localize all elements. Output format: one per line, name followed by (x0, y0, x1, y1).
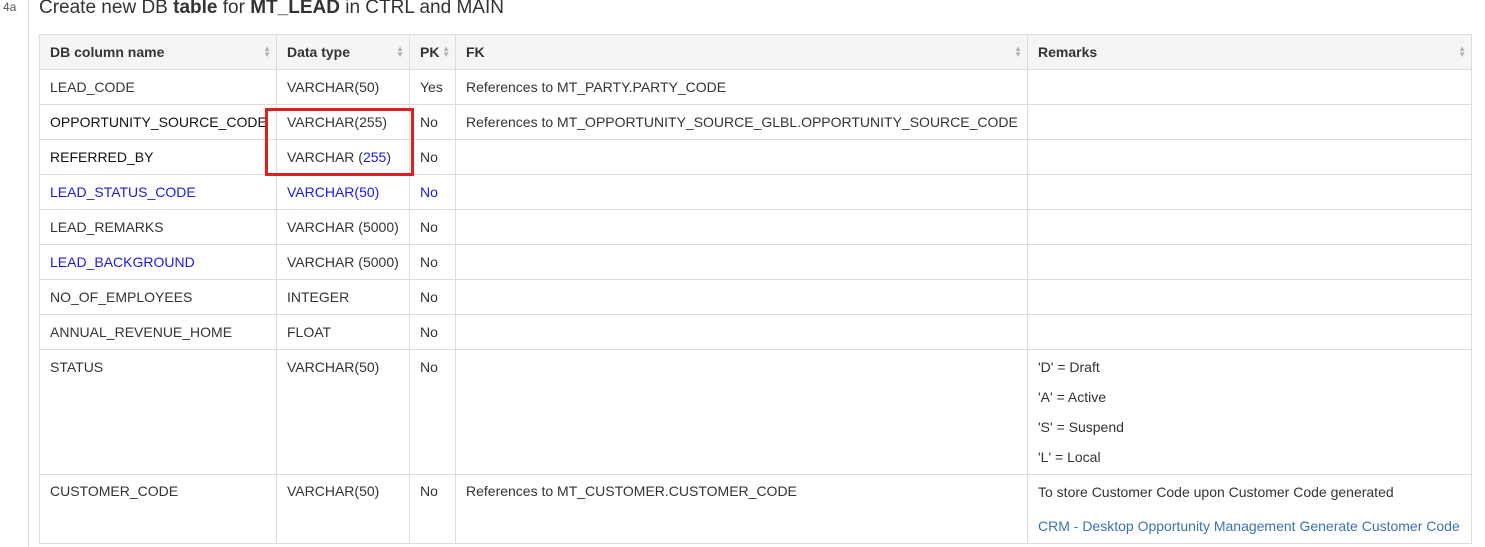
table-header-row: DB column name ▲ ▼ Data type ▲ ▼ PK ▲ ▼ FK ▲ ▼ R… (39, 34, 1472, 70)
cell-column-name: LEAD_BACKGROUND (39, 244, 277, 280)
remark-text: To store Customer Code upon Customer Cod… (1038, 484, 1394, 500)
sort-icon[interactable]: ▲ ▼ (1014, 45, 1022, 59)
cell-remarks (1027, 139, 1472, 175)
cell-pk: No (409, 349, 456, 475)
table-row: LEAD_BACKGROUND VARCHAR (5000) No (39, 244, 1472, 280)
cell-fk (455, 314, 1028, 350)
cell-pk: Yes (409, 69, 456, 105)
cell-fk (455, 279, 1028, 315)
cell-data-type: INTEGER (276, 279, 410, 315)
cell-pk: No (409, 244, 456, 280)
cell-remarks: 'D' = Draft 'A' = Active 'S' = Suspend '… (1027, 349, 1472, 475)
cell-data-type: VARCHAR(255) (276, 104, 410, 140)
section-heading: Create new DB table for MT_LEAD in CTRL … (39, 0, 504, 19)
cell-data-type: VARCHAR(50) (276, 474, 410, 544)
column-header-remarks[interactable]: Remarks ▲ ▼ (1027, 34, 1472, 70)
cell-fk: References to MT_PARTY.PARTY_CODE (455, 69, 1028, 105)
cell-fk (455, 139, 1028, 175)
column-header-label: Remarks (1038, 44, 1098, 60)
cell-column-name: LEAD_STATUS_CODE (39, 174, 277, 210)
cell-remarks (1027, 279, 1472, 315)
cell-data-type: VARCHAR(50) (276, 69, 410, 105)
cell-data-type: VARCHAR (5000) (276, 209, 410, 245)
column-header-db-column-name[interactable]: DB column name ▲ ▼ (39, 34, 277, 70)
heading-bold-table-name: MT_LEAD (250, 0, 340, 18)
cell-pk: No (409, 104, 456, 140)
cell-data-type: VARCHAR (5000) (276, 244, 410, 280)
cell-remarks (1027, 314, 1472, 350)
table-row: NO_OF_EMPLOYEES INTEGER No (39, 279, 1472, 315)
cell-column-name: LEAD_CODE (39, 69, 277, 105)
cell-column-name: ANNUAL_REVENUE_HOME (39, 314, 277, 350)
data-type-length: 255 (362, 149, 387, 165)
cell-pk: No (409, 279, 456, 315)
column-header-label: DB column name (50, 44, 165, 60)
data-type-prefix: VARCHAR ( (287, 149, 363, 165)
sort-icon[interactable]: ▲ ▼ (442, 45, 450, 59)
cell-fk: References to MT_OPPORTUNITY_SOURCE_GLBL… (455, 104, 1028, 140)
table-row: LEAD_CODE VARCHAR(50) Yes References to … (39, 69, 1472, 105)
cell-column-name: STATUS (39, 349, 277, 475)
remark-line: 'A' = Active (1038, 389, 1106, 405)
table-row: CUSTOMER_CODE VARCHAR(50) No References … (39, 474, 1472, 544)
table-row: OPPORTUNITY_SOURCE_CODE VARCHAR(255) No … (39, 104, 1472, 140)
heading-bold-table: table (173, 0, 218, 18)
column-header-pk[interactable]: PK ▲ ▼ (409, 34, 456, 70)
cell-column-name: OPPORTUNITY_SOURCE_CODE (39, 104, 277, 140)
cell-data-type: VARCHAR(50) (276, 349, 410, 475)
sort-icon[interactable]: ▲ ▼ (263, 45, 271, 59)
cell-fk (455, 174, 1028, 210)
column-header-label: PK (420, 44, 440, 60)
remark-line: 'L' = Local (1038, 449, 1101, 465)
cell-data-type: FLOAT (276, 314, 410, 350)
cell-column-name: REFERRED_BY (39, 139, 277, 175)
column-header-label: FK (466, 44, 485, 60)
cell-remarks (1027, 104, 1472, 140)
cell-data-type: VARCHAR(50) (276, 174, 410, 210)
cell-fk (455, 209, 1028, 245)
heading-suffix: in CTRL and MAIN (339, 0, 504, 18)
remark-line: 'D' = Draft (1038, 359, 1100, 375)
table-row: STATUS VARCHAR(50) No 'D' = Draft 'A' = … (39, 349, 1472, 475)
table-row: LEAD_STATUS_CODE VARCHAR(50) No (39, 174, 1472, 210)
heading-prefix: Create new DB (39, 0, 174, 18)
sort-icon[interactable]: ▲ ▼ (1458, 45, 1466, 59)
column-header-label: Data type (287, 44, 351, 60)
cell-remarks: To store Customer Code upon Customer Cod… (1027, 474, 1472, 544)
table-row: REFERRED_BY VARCHAR (255) No (39, 139, 1472, 175)
column-header-data-type[interactable]: Data type ▲ ▼ (276, 34, 410, 70)
cell-pk: No (409, 314, 456, 350)
cell-remarks (1027, 244, 1472, 280)
table-row: ANNUAL_REVENUE_HOME FLOAT No (39, 314, 1472, 350)
cell-column-name: LEAD_REMARKS (39, 209, 277, 245)
cell-pk: No (409, 209, 456, 245)
step-number: 4a (3, 0, 17, 14)
cell-pk: No (409, 474, 456, 544)
cell-fk: References to MT_CUSTOMER.CUSTOMER_CODE (455, 474, 1028, 544)
db-columns-table: DB column name ▲ ▼ Data type ▲ ▼ PK ▲ ▼ FK ▲ ▼ R… (39, 34, 1472, 544)
cell-column-name: CUSTOMER_CODE (39, 474, 277, 544)
cell-pk: No (409, 139, 456, 175)
column-header-fk[interactable]: FK ▲ ▼ (455, 34, 1028, 70)
remark-link[interactable]: CRM - Desktop Opportunity Management Gen… (1038, 509, 1461, 543)
table-row: LEAD_REMARKS VARCHAR (5000) No (39, 209, 1472, 245)
data-type-suffix: ) (386, 149, 391, 165)
cell-fk (455, 244, 1028, 280)
cell-remarks (1027, 209, 1472, 245)
sort-icon[interactable]: ▲ ▼ (396, 45, 404, 59)
cell-remarks (1027, 69, 1472, 105)
cell-data-type: VARCHAR (255) (276, 139, 410, 175)
line-number-gutter (0, 0, 29, 547)
remark-line: 'S' = Suspend (1038, 419, 1124, 435)
cell-fk (455, 349, 1028, 475)
cell-pk: No (409, 174, 456, 210)
heading-mid: for (217, 0, 251, 18)
cell-column-name: NO_OF_EMPLOYEES (39, 279, 277, 315)
cell-remarks (1027, 174, 1472, 210)
